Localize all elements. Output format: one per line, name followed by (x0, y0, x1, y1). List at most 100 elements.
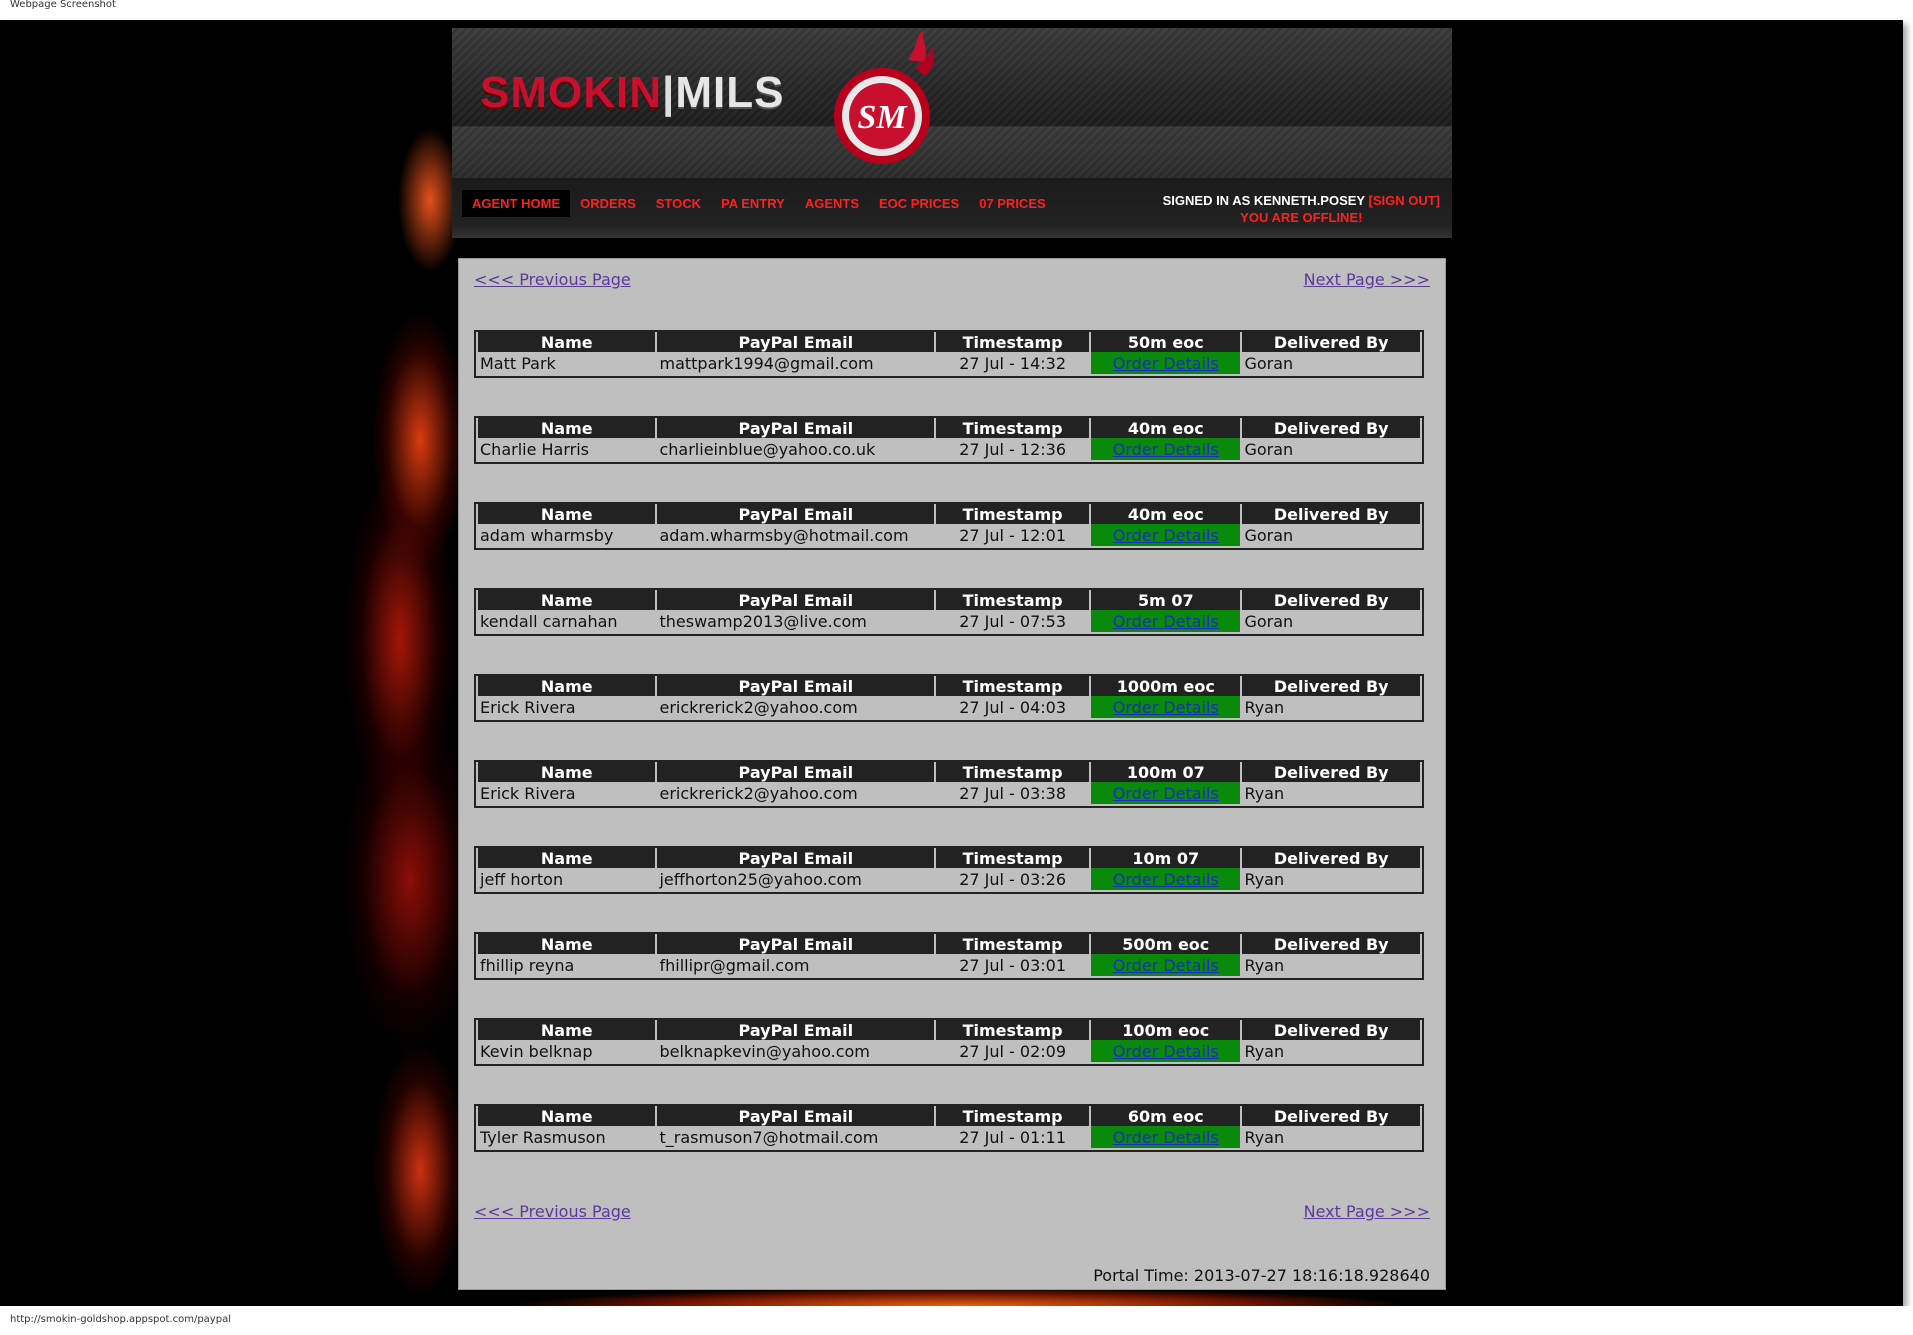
order-card: Name PayPal Email Timestamp 50m eoc Delivere… (474, 330, 1424, 378)
customer-name: jeff horton (480, 869, 564, 889)
delivered-by: Goran (1244, 611, 1294, 631)
browser-viewport: SMOKIN|MILS SM AGENT HOME ORDERS STOCK P… (0, 20, 1903, 1306)
order-timestamp: 27 Jul - 03:26 (959, 869, 1067, 889)
col-timestamp-header: Timestamp (936, 848, 1090, 868)
col-delivered-header: Delivered By (1242, 1020, 1420, 1040)
col-name-header: Name (478, 590, 656, 610)
site-logo-text[interactable]: SMOKIN|MILS (480, 68, 784, 118)
order-table: Name PayPal Email Timestamp 100m 07 Delivere… (476, 762, 1422, 804)
portal-time: Portal Time: 2013-07-27 18:16:18.928640 (1093, 1266, 1430, 1285)
col-delivered-header: Delivered By (1242, 332, 1420, 352)
order-table: Name PayPal Email Timestamp 50m eoc Delivere… (476, 332, 1422, 374)
previous-page-link[interactable]: <<< Previous Page (474, 1202, 631, 1221)
col-name-header: Name (478, 934, 656, 954)
table-row: Erick Rivera erickrerick2@yahoo.com 27 Jul… (478, 696, 1420, 718)
delivered-by: Goran (1244, 353, 1294, 373)
customer-name: fhillip reyna (480, 955, 575, 975)
logo-separator: | (662, 68, 676, 117)
col-email-header: PayPal Email (657, 848, 935, 868)
order-details-link[interactable]: Order Details (1113, 870, 1219, 889)
nav-orders[interactable]: ORDERS (570, 190, 646, 217)
nav-eoc-prices[interactable]: EOC PRICES (869, 190, 969, 217)
customer-name: Erick Rivera (480, 697, 576, 717)
order-timestamp: 27 Jul - 03:01 (959, 955, 1067, 975)
table-row: Charlie Harris charlieinblue@yahoo.co.uk 2… (478, 438, 1420, 460)
paypal-email: fhillipr@gmail.com (659, 955, 810, 975)
col-timestamp-header: Timestamp (936, 762, 1090, 782)
nav-menu: AGENT HOME ORDERS STOCK PA ENTRY AGENTS … (462, 190, 1056, 217)
col-timestamp-header: Timestamp (936, 1106, 1090, 1126)
nav-agent-home[interactable]: AGENT HOME (462, 190, 571, 217)
order-card: Name PayPal Email Timestamp 60m eoc Delivere… (474, 1104, 1424, 1152)
paypal-email: belknapkevin@yahoo.com (659, 1041, 870, 1061)
site-header: SMOKIN|MILS SM (452, 28, 1452, 178)
offline-status: YOU ARE OFFLINE! (1240, 210, 1363, 225)
nav-07-prices[interactable]: 07 PRICES (969, 190, 1055, 217)
order-details-link[interactable]: Order Details (1113, 1128, 1219, 1147)
paypal-email: jeffhorton25@yahoo.com (659, 869, 862, 889)
col-timestamp-header: Timestamp (936, 504, 1090, 524)
col-email-header: PayPal Email (657, 934, 935, 954)
col-amount-header: 500m eoc (1091, 934, 1241, 954)
order-timestamp: 27 Jul - 03:38 (959, 783, 1067, 803)
order-timestamp: 27 Jul - 01:11 (959, 1127, 1067, 1147)
customer-name: Matt Park (480, 353, 556, 373)
next-page-link[interactable]: Next Page >>> (1304, 270, 1430, 289)
col-email-header: PayPal Email (657, 590, 935, 610)
order-timestamp: 27 Jul - 14:32 (959, 353, 1067, 373)
col-delivered-header: Delivered By (1242, 762, 1420, 782)
order-timestamp: 27 Jul - 04:03 (959, 697, 1067, 717)
pager-top: <<< Previous Page Next Page >>> (474, 270, 1430, 292)
col-name-header: Name (478, 1106, 656, 1126)
customer-name: Erick Rivera (480, 783, 576, 803)
order-card: Name PayPal Email Timestamp 5m 07 Delivered … (474, 588, 1424, 636)
next-page-link[interactable]: Next Page >>> (1304, 1202, 1430, 1221)
order-details-link[interactable]: Order Details (1113, 526, 1219, 545)
order-card: Name PayPal Email Timestamp 100m eoc Deliver… (474, 1018, 1424, 1066)
nav-agents[interactable]: AGENTS (795, 190, 869, 217)
order-card: Name PayPal Email Timestamp 10m 07 Delivered… (474, 846, 1424, 894)
sign-out-link[interactable]: [SIGN OUT] (1369, 193, 1441, 208)
col-delivered-header: Delivered By (1242, 934, 1420, 954)
col-name-header: Name (478, 418, 656, 438)
table-row: adam wharmsby adam.wharmsby@hotmail.com 27… (478, 524, 1420, 546)
order-details-link[interactable]: Order Details (1113, 956, 1219, 975)
col-email-header: PayPal Email (657, 332, 935, 352)
order-details-link[interactable]: Order Details (1113, 1042, 1219, 1061)
order-details-link[interactable]: Order Details (1113, 784, 1219, 803)
col-email-header: PayPal Email (657, 418, 935, 438)
table-row: kendall carnahan theswamp2013@live.com 27 … (478, 610, 1420, 632)
col-delivered-header: Delivered By (1242, 1106, 1420, 1126)
col-amount-header: 1000m eoc (1091, 676, 1241, 696)
order-timestamp: 27 Jul - 12:36 (959, 439, 1067, 459)
order-details-link[interactable]: Order Details (1113, 698, 1219, 717)
col-email-header: PayPal Email (657, 1020, 935, 1040)
col-email-header: PayPal Email (657, 504, 935, 524)
table-row: Matt Park mattpark1994@gmail.com 27 Jul - … (478, 352, 1420, 374)
signed-in-user: SIGNED IN AS KENNETH.POSEY (1162, 193, 1365, 208)
col-name-header: Name (478, 332, 656, 352)
col-delivered-header: Delivered By (1242, 590, 1420, 610)
pager-bottom: <<< Previous Page Next Page >>> (474, 1202, 1430, 1224)
logo-part-mils: MILS (675, 68, 785, 117)
nav-stock[interactable]: STOCK (646, 190, 711, 217)
col-name-header: Name (478, 848, 656, 868)
col-amount-header: 100m 07 (1091, 762, 1241, 782)
order-details-link[interactable]: Order Details (1113, 440, 1219, 459)
delivered-by: Ryan (1244, 1127, 1285, 1147)
order-table: Name PayPal Email Timestamp 500m eoc Deliver… (476, 934, 1422, 976)
order-details-link[interactable]: Order Details (1113, 612, 1219, 631)
nav-pa-entry[interactable]: PA ENTRY (711, 190, 795, 217)
order-details-link[interactable]: Order Details (1113, 354, 1219, 373)
paypal-email: erickrerick2@yahoo.com (659, 697, 858, 717)
previous-page-link[interactable]: <<< Previous Page (474, 270, 631, 289)
order-details-cell: Order Details (1091, 352, 1241, 374)
order-details-cell: Order Details (1091, 1040, 1241, 1062)
order-details-cell: Order Details (1091, 868, 1241, 890)
delivered-by: Ryan (1244, 783, 1285, 803)
order-table: Name PayPal Email Timestamp 10m 07 Delivered… (476, 848, 1422, 890)
table-row: Erick Rivera erickrerick2@yahoo.com 27 Jul… (478, 782, 1420, 804)
col-email-header: PayPal Email (657, 762, 935, 782)
table-row: Tyler Rasmuson t_rasmuson7@hotmail.com 27 … (478, 1126, 1420, 1148)
order-table: Name PayPal Email Timestamp 1000m eoc Delive… (476, 676, 1422, 718)
